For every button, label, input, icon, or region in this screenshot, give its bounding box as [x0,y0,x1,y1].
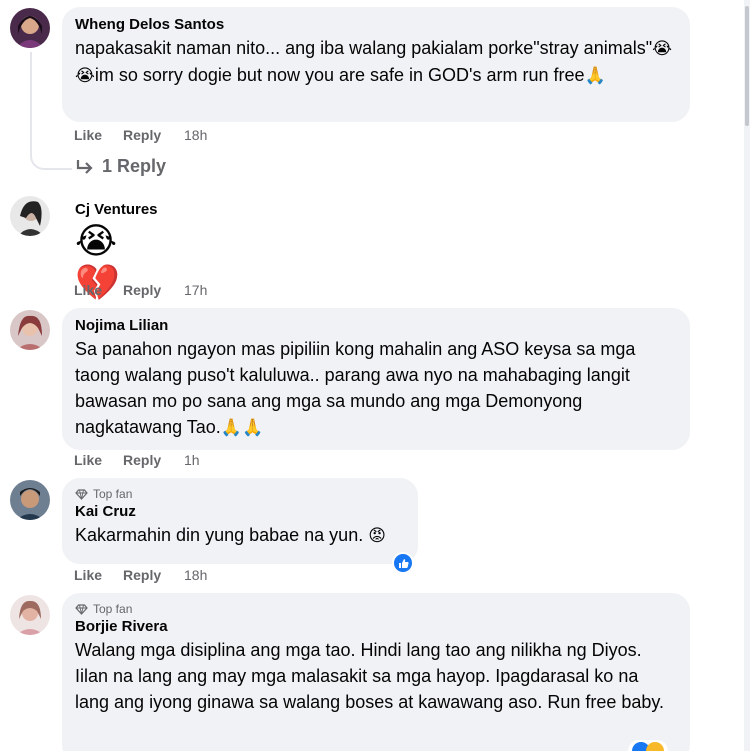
replies-count[interactable]: 1 Reply [102,156,166,177]
avatar[interactable] [10,480,50,520]
top-fan-label: Top fan [93,602,133,616]
comment-text-part: im so sorry dogie but now you are safe i… [94,65,585,85]
comment-actions: Like Reply 18h [74,126,207,144]
reply-button[interactable]: Reply [123,281,184,299]
emoji: 😡 [368,526,386,545]
scrollbar[interactable] [744,0,750,751]
comment-actions: Like Reply 17h [74,281,207,299]
reaction-badge[interactable] [628,740,668,751]
reply-button[interactable]: Reply [123,126,184,144]
scrollbar-thumb[interactable] [745,6,749,126]
comment-text: napakasakit naman nito... ang iba walang… [75,35,677,89]
diamond-icon [75,603,88,615]
comment-author[interactable]: Kai Cruz [75,502,405,522]
comment-bubble: Wheng Delos Santos napakasakit naman nit… [62,7,690,122]
comment-bubble: Top fan Kai Cruz Kakarmahin din yung bab… [62,478,418,564]
timestamp[interactable]: 18h [184,126,207,144]
like-button[interactable]: Like [74,451,123,469]
comment-bubble: Cj Ventures 😭💔 [62,196,172,303]
comment-feed: Wheng Delos Santos napakasakit naman nit… [0,0,750,751]
reply-button[interactable]: Reply [123,451,184,469]
comment-text-part: Kakarmahin din yung babae na yun. [75,525,364,545]
avatar[interactable] [10,310,50,350]
view-replies-link[interactable]: 1 Reply [76,156,166,177]
comment-text: Walang mga disiplina ang mga tao. Hindi … [75,640,665,712]
comment-actions: Like Reply 18h [74,566,207,584]
comment-author[interactable]: Wheng Delos Santos [75,15,677,35]
comment-author[interactable]: Borjie Rivera [75,617,677,637]
like-button[interactable]: Like [74,566,123,584]
like-reaction-icon [398,558,409,568]
comment-text: Sa panahon ngayon mas pipiliin kong maha… [75,336,677,441]
top-fan-badge: Top fan [75,601,677,617]
reply-button[interactable]: Reply [123,566,184,584]
emoji: 🙏🙏 [220,418,264,437]
reaction-badge[interactable] [392,552,414,574]
avatar[interactable] [10,196,50,236]
comment-actions: Like Reply 1h [74,451,200,469]
timestamp[interactable]: 18h [184,566,207,584]
comment-author[interactable]: Cj Ventures [75,200,159,220]
emoji: 🙏 [584,66,606,85]
comment-text-part: napakasakit naman nito... ang iba walang… [75,38,653,58]
timestamp[interactable]: 1h [184,451,200,469]
comment-text: Kakarmahin din yung babae na yun. 😡 [75,522,405,549]
diamond-icon [75,488,88,500]
avatar[interactable] [10,595,50,635]
comment-bubble: Nojima Lilian Sa panahon ngayon mas pipi… [62,308,690,450]
avatar[interactable] [10,8,50,48]
like-button[interactable]: Like [74,281,123,299]
top-fan-badge: Top fan [75,486,405,502]
comment-bubble: Top fan Borjie Rivera Walang mga disipli… [62,593,690,751]
comment-text-part: Sa panahon ngayon mas pipiliin kong maha… [75,339,636,437]
comment-author[interactable]: Nojima Lilian [75,316,677,336]
like-button[interactable]: Like [74,126,123,144]
timestamp[interactable]: 17h [184,281,207,299]
top-fan-label: Top fan [93,487,133,501]
reply-arrow-icon [76,159,93,174]
